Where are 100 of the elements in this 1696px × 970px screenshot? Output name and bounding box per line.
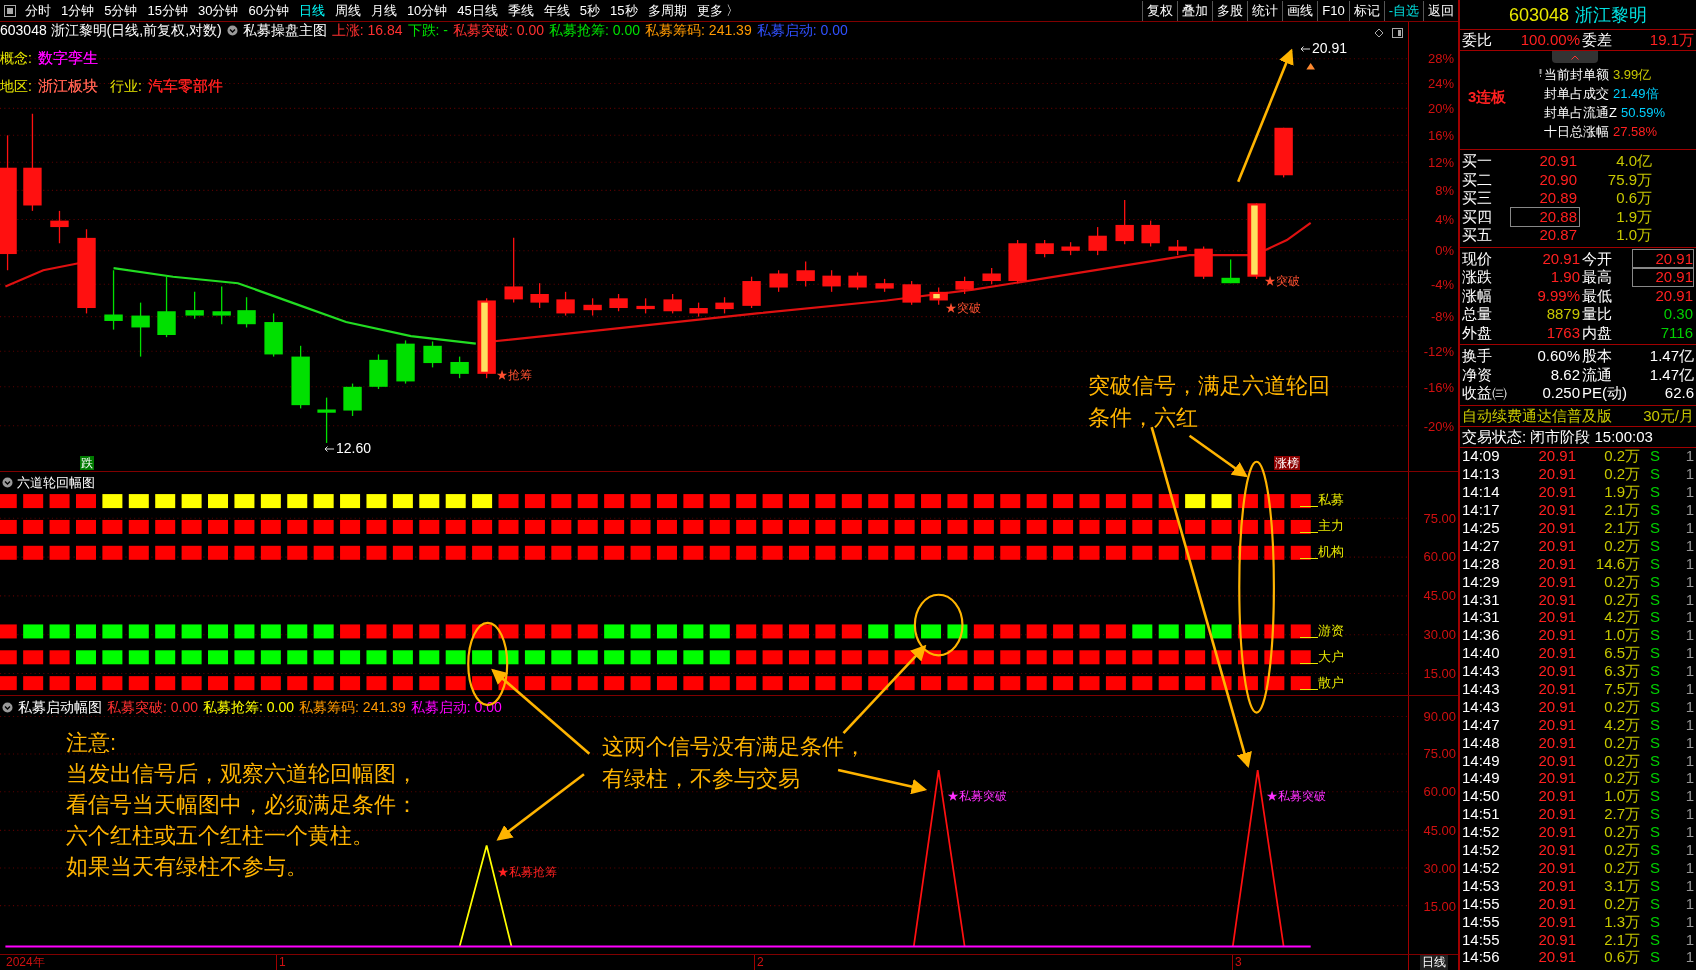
tick-side: S bbox=[1649, 841, 1661, 860]
signal-label: ★私募突破 bbox=[947, 789, 1007, 803]
tick-price: 20.91 bbox=[1537, 912, 1576, 931]
stat-value: 20.91 bbox=[1632, 267, 1694, 288]
bid-volume: 4.0亿 bbox=[1615, 152, 1652, 171]
stat-value: 1.90 bbox=[1549, 268, 1580, 287]
row-label: 私募 bbox=[1318, 492, 1344, 509]
seal-label: 当前封单额 bbox=[1544, 66, 1609, 84]
period-tab[interactable]: 年线 bbox=[538, 0, 575, 21]
tick-volume: 0.2万 bbox=[1603, 447, 1640, 466]
axis-label: 16% bbox=[1427, 128, 1454, 143]
tick-count: 1 bbox=[1684, 751, 1694, 770]
period-tab[interactable]: 更多 〉 bbox=[691, 0, 745, 21]
underline-mark bbox=[1300, 532, 1318, 534]
tick-price: 20.91 bbox=[1537, 590, 1576, 609]
tick-count: 1 bbox=[1684, 805, 1694, 824]
candlestick bbox=[715, 296, 734, 315]
collapse-button[interactable] bbox=[1552, 51, 1598, 63]
stat-label: 现价 bbox=[1462, 249, 1493, 268]
period-tab[interactable]: 多周期 bbox=[642, 0, 692, 21]
stat-value: 7116 bbox=[1659, 322, 1694, 343]
period-tab[interactable]: 10分钟 bbox=[401, 0, 453, 21]
stat-value: 100.00% bbox=[1519, 31, 1580, 49]
tick-price: 20.91 bbox=[1537, 626, 1576, 645]
tick-side: S bbox=[1649, 769, 1661, 788]
tick-time: 14:56 bbox=[1462, 948, 1501, 967]
year-label: 2024年 bbox=[6, 955, 45, 969]
toolbar-button[interactable]: 复权 bbox=[1142, 0, 1178, 21]
toolbar-button[interactable]: F10 bbox=[1317, 0, 1349, 21]
tick-count: 1 bbox=[1684, 626, 1694, 645]
underline-mark bbox=[1300, 689, 1318, 690]
candlestick bbox=[396, 339, 415, 385]
candlestick bbox=[504, 237, 523, 304]
tick-volume: 0.2万 bbox=[1603, 858, 1640, 877]
period-tab[interactable]: 1分钟 bbox=[56, 0, 100, 21]
candlestick bbox=[369, 353, 388, 390]
candlestick bbox=[423, 340, 442, 369]
bid-price: 20.89 bbox=[1538, 188, 1578, 209]
stat-value: 0.30 bbox=[1662, 304, 1694, 325]
period-label[interactable]: 日线 bbox=[1419, 955, 1448, 970]
tick-side: S bbox=[1649, 626, 1661, 645]
tick-count: 1 bbox=[1684, 912, 1694, 931]
tick-time: 14:43 bbox=[1462, 697, 1501, 716]
toolbar-button[interactable]: 统计 bbox=[1247, 0, 1283, 21]
axis-label: 28% bbox=[1427, 51, 1454, 66]
period-tab[interactable]: 5分钟 bbox=[99, 0, 143, 21]
tick-side: S bbox=[1649, 608, 1661, 627]
tick-time: 14:47 bbox=[1462, 715, 1501, 734]
candlestick bbox=[185, 291, 204, 320]
period-tab[interactable]: 季线 bbox=[502, 0, 539, 21]
stat-label: PE(动) bbox=[1582, 384, 1628, 403]
period-tab[interactable]: 日线 bbox=[293, 0, 330, 21]
period-tab[interactable]: 分时 bbox=[20, 0, 56, 21]
indicator-value: 私募突破: 0.00 bbox=[453, 22, 545, 38]
toolbar-button[interactable]: 返回 bbox=[1423, 0, 1458, 21]
bid-label: 买一 bbox=[1462, 152, 1493, 171]
tick-volume: 0.6万 bbox=[1603, 948, 1640, 967]
stat-label: 涨幅 bbox=[1462, 286, 1493, 305]
promo-price[interactable]: 30元/月 bbox=[1643, 406, 1694, 425]
axis-label: -16% bbox=[1423, 380, 1454, 395]
tick-count: 1 bbox=[1684, 608, 1694, 627]
stat-value: 8879 bbox=[1545, 305, 1580, 324]
note-line: 六个红柱或五个红柱一个黄柱。 bbox=[66, 822, 375, 850]
stat-value: 62.6 bbox=[1663, 384, 1694, 403]
axis-label: 15.00 bbox=[1423, 667, 1456, 682]
axis-label: -8% bbox=[1430, 310, 1454, 325]
period-tab[interactable]: 45日线 bbox=[452, 0, 503, 21]
stock-code: 603048 bbox=[1508, 5, 1570, 24]
candlestick bbox=[1194, 245, 1213, 280]
toolbar-button[interactable]: 画线 bbox=[1282, 0, 1318, 21]
toolbar-button[interactable]: -自选 bbox=[1383, 0, 1423, 21]
candlestick bbox=[1088, 226, 1107, 256]
period-tab[interactable]: 5秒 bbox=[574, 0, 606, 21]
period-tab[interactable]: 周线 bbox=[329, 0, 366, 21]
tick-price: 20.91 bbox=[1537, 858, 1576, 877]
tick-time: 14:40 bbox=[1462, 644, 1501, 663]
stat-label: 净资 bbox=[1462, 365, 1493, 384]
month-label: 2 bbox=[757, 955, 764, 970]
period-tab[interactable]: 15秒 bbox=[605, 0, 643, 21]
tick-volume: 0.2万 bbox=[1603, 823, 1640, 842]
candlestick bbox=[875, 278, 894, 293]
promo-link[interactable]: 自动续费通达信普及版 bbox=[1462, 406, 1612, 425]
candlestick bbox=[902, 280, 921, 306]
tick-time: 14:31 bbox=[1462, 590, 1501, 609]
tick-price: 20.91 bbox=[1537, 519, 1576, 537]
stat-value: 1.47亿 bbox=[1648, 365, 1694, 384]
toolbar-button[interactable]: 多股 bbox=[1212, 0, 1248, 21]
period-tab[interactable]: 60分钟 bbox=[243, 0, 294, 21]
bid-volume: 0.6万 bbox=[1615, 189, 1652, 208]
toolbar-button[interactable]: 标记 bbox=[1348, 0, 1384, 21]
chevron-up-icon bbox=[1571, 54, 1579, 60]
axis-label: 15.00 bbox=[1423, 899, 1456, 914]
note-line: 看信号当天幅图中，必须满足条件： bbox=[66, 791, 418, 819]
period-tab[interactable]: 月线 bbox=[365, 0, 402, 21]
candlestick bbox=[769, 269, 788, 293]
tick-time: 14:49 bbox=[1462, 751, 1501, 770]
toolbar-button[interactable]: 叠加 bbox=[1177, 0, 1213, 21]
period-tab[interactable]: 30分钟 bbox=[192, 0, 244, 21]
note-title: 注意: bbox=[66, 729, 118, 757]
period-tab[interactable]: 15分钟 bbox=[142, 0, 193, 21]
